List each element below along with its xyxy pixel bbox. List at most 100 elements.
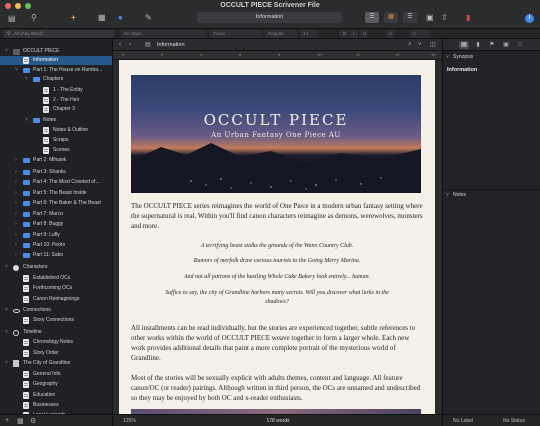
binder-item[interactable]: 1 - The Entity xyxy=(0,86,112,95)
binder-item[interactable]: › Part 10: Pedro xyxy=(0,241,112,250)
up-icon[interactable]: ˄ xyxy=(408,40,412,50)
binder-item[interactable]: General Info xyxy=(0,370,112,379)
close-window-button[interactable] xyxy=(5,3,11,9)
search-input[interactable]: ⚲ All (Any Word) xyxy=(4,30,114,38)
bold-button[interactable]: B xyxy=(340,30,348,38)
binder-item[interactable]: Businesses xyxy=(0,401,112,410)
chevron-down-icon[interactable]: ˅ xyxy=(15,66,18,75)
underline-button[interactable]: U xyxy=(360,30,368,38)
binder-item[interactable]: Canon Reimaginings xyxy=(0,295,112,304)
compile-icon[interactable]: ⇧ xyxy=(441,14,448,22)
binder-item[interactable]: Forthcoming OCs xyxy=(0,284,112,293)
editor-page[interactable]: OCCULT PIECE An Urban Fantasy One Piece … xyxy=(119,60,435,414)
collections-icon[interactable]: ⚲ xyxy=(31,14,37,22)
chevron-right-icon[interactable]: › xyxy=(15,178,17,187)
chevron-right-icon[interactable]: › xyxy=(15,210,17,219)
info-icon[interactable]: i xyxy=(525,14,534,23)
chevron-right-icon[interactable]: › xyxy=(15,189,17,198)
split-editor-icon[interactable]: ◫ xyxy=(430,40,436,50)
bookmarks-tab-icon[interactable]: ▮ xyxy=(473,41,483,49)
chevron-right-icon[interactable]: › xyxy=(15,231,17,240)
chevron-down-icon[interactable]: ˅ xyxy=(25,116,28,125)
notes-header[interactable]: ˅ Notes xyxy=(443,191,540,200)
minimize-window-button[interactable] xyxy=(15,3,21,9)
outline-icon[interactable]: ☰ xyxy=(403,12,417,23)
label-icon[interactable]: ● xyxy=(118,14,123,22)
binder-item[interactable]: › Part 11: Sabo xyxy=(0,251,112,260)
chevron-right-icon[interactable]: › xyxy=(15,241,17,250)
font-select[interactable]: Times xyxy=(210,30,262,38)
corkboard-icon[interactable]: ▦ xyxy=(384,12,398,23)
comments-tab-icon[interactable]: □ xyxy=(515,41,525,49)
settings-icon[interactable]: ⚙ xyxy=(30,417,36,425)
view-mode-icon[interactable]: ☰ xyxy=(365,12,379,23)
synopsis-title[interactable]: Information xyxy=(447,67,477,73)
chevron-down-icon[interactable]: ˅ xyxy=(5,359,8,368)
chevron-down-icon[interactable]: ˅ xyxy=(5,306,8,315)
zoom-select[interactable]: 125% xyxy=(123,415,136,426)
binder-item[interactable]: ˅ Timeline xyxy=(0,328,112,337)
binder-item[interactable]: Scraps xyxy=(0,136,112,145)
binder-toggle-icon[interactable]: ▤ xyxy=(8,15,16,23)
metadata-tab-icon[interactable]: ⚑ xyxy=(487,41,497,49)
chevron-right-icon[interactable]: › xyxy=(15,156,17,165)
binder-item[interactable]: ˅ Connections xyxy=(0,306,112,315)
chevron-down-icon[interactable]: ˅ xyxy=(5,328,8,337)
add-icon[interactable]: + xyxy=(71,14,76,22)
binder-item[interactable]: ˅ OCCULT PIECE xyxy=(0,47,112,56)
binder-item[interactable]: Story Order xyxy=(0,349,112,358)
binder-item[interactable]: Scenes xyxy=(0,146,112,155)
binder-item[interactable]: › Part 5: The Beast Inside xyxy=(0,189,112,198)
compose-icon[interactable]: ✎ xyxy=(145,14,152,22)
binder-item[interactable]: Story Connections xyxy=(0,316,112,325)
trash-icon[interactable]: ▦ xyxy=(98,14,106,22)
binder-item[interactable]: Notes & Outline xyxy=(0,126,112,135)
zoom-window-button[interactable] xyxy=(25,3,31,9)
binder-item[interactable]: › Part 7: Marco xyxy=(0,210,112,219)
binder-item[interactable]: › Part 3: Shanks xyxy=(0,168,112,177)
status-select[interactable]: No Status xyxy=(503,415,525,426)
bookmark-icon[interactable]: ▮ xyxy=(466,14,470,22)
add-folder-icon[interactable]: ▩ xyxy=(17,417,24,425)
down-icon[interactable]: ˅ xyxy=(418,40,422,50)
binder-item[interactable]: 2 - The Heir xyxy=(0,96,112,105)
chevron-down-icon[interactable]: ˅ xyxy=(25,75,28,84)
binder-item[interactable]: Information xyxy=(0,56,112,65)
document-title-field[interactable]: Information xyxy=(197,12,342,23)
forward-icon[interactable]: › xyxy=(129,40,131,50)
binder-item[interactable]: ˅ Chapters xyxy=(0,75,112,84)
snapshots-tab-icon[interactable]: ▣ xyxy=(501,41,511,49)
binder-item[interactable]: › Part 6: The Baker & The Beast xyxy=(0,199,112,208)
binder-item[interactable]: Geography xyxy=(0,380,112,389)
binder-item[interactable]: ˅ Part 1: The House on Rumba... xyxy=(0,66,112,75)
binder-item[interactable]: › Part 8: Buggy xyxy=(0,220,112,229)
binder-item[interactable]: Chronology Notes xyxy=(0,338,112,347)
italic-button[interactable]: I xyxy=(350,30,358,38)
add-item-icon[interactable]: + xyxy=(5,417,9,424)
notes-tab-icon[interactable]: ▤ xyxy=(459,41,469,49)
chevron-down-icon[interactable]: ˅ xyxy=(5,47,8,56)
chevron-right-icon[interactable]: › xyxy=(15,251,17,260)
synopsis-header[interactable]: ˅ Synopsis xyxy=(443,53,540,62)
label-select[interactable]: No Label xyxy=(453,415,473,426)
snapshot-icon[interactable]: ▣ xyxy=(426,14,434,22)
chevron-down-icon[interactable]: ˅ xyxy=(5,263,8,272)
binder-item[interactable]: ˅ Characters xyxy=(0,263,112,272)
binder-item[interactable]: Established OCs xyxy=(0,274,112,283)
binder-item[interactable]: › Part 2: Mihawk xyxy=(0,156,112,165)
binder-item[interactable]: › Part 9: Luffy xyxy=(0,231,112,240)
binder-item[interactable]: Chapter 3 xyxy=(0,105,112,114)
binder-item[interactable]: › Part 4: The Most Coveted of... xyxy=(0,178,112,187)
text-color-button[interactable]: A xyxy=(386,30,394,38)
weight-select[interactable]: Regular xyxy=(265,30,297,38)
binder-item[interactable]: ˅ The City of Grandline xyxy=(0,359,112,368)
size-select[interactable]: 14 xyxy=(300,30,318,38)
binder-item[interactable]: Education xyxy=(0,391,112,400)
back-icon[interactable]: ‹ xyxy=(119,40,121,50)
binder-item[interactable]: ˅ Notes xyxy=(0,116,112,125)
chevron-right-icon[interactable]: › xyxy=(15,199,17,208)
alignment-select[interactable]: ≡ xyxy=(410,30,430,38)
style-select[interactable]: No Style xyxy=(121,30,206,38)
ruler[interactable]: 0 2 4 6 8 10 12 14 16 xyxy=(113,51,442,60)
chevron-right-icon[interactable]: › xyxy=(15,220,17,229)
